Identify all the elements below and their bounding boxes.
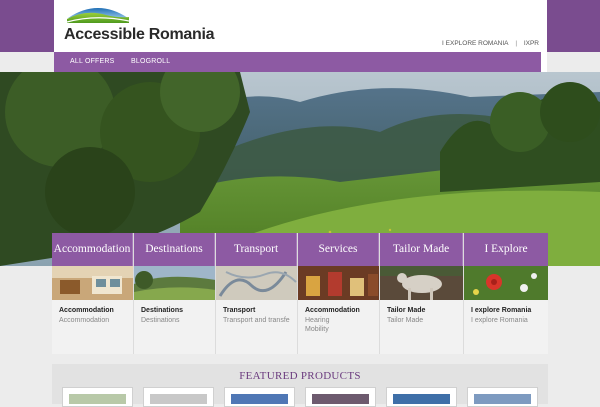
category-subtitle[interactable]: Hearing [298,314,379,325]
top-link-ixpr[interactable]: IXPR [524,40,539,47]
category-title[interactable]: Accommodation [52,300,133,314]
category-tab-destinations[interactable]: Destinations [134,233,215,266]
featured-product-card[interactable] [224,387,295,407]
category-tab-tailor-made[interactable]: Tailor Made [380,233,463,266]
category-image-tailor-made[interactable] [380,266,463,300]
category-title[interactable]: Accommodation [298,300,379,314]
category-card-transport[interactable]: Transport Transport Transport and transf… [216,233,298,354]
category-image-services[interactable] [298,266,379,300]
site-logo[interactable]: Accessible Romania [64,4,224,48]
top-links: I EXPLORE ROMANIA | IXPR [442,40,539,47]
featured-products-section: FEATURED PRODUCTS [52,364,548,407]
category-tab-accommodation[interactable]: Accommodation [52,233,133,266]
category-tab-services[interactable]: Services [298,233,379,266]
category-title[interactable]: I explore Romania [464,300,548,314]
category-subtitle[interactable]: Mobility [298,325,379,334]
category-subtitle[interactable]: Tailor Made [380,314,463,325]
category-image-i-explore[interactable] [464,266,548,300]
category-tab-i-explore[interactable]: I Explore [464,233,548,266]
category-title[interactable]: Tailor Made [380,300,463,314]
category-card-accommodation[interactable]: Accommodation Accommodation Accommodatio… [52,233,134,354]
site-header: Accessible Romania I EXPLORE ROMANIA | I… [54,0,547,72]
category-subtitle[interactable]: Transport and transfe [216,314,297,325]
featured-product-card[interactable] [386,387,457,407]
category-card-services[interactable]: Services Accommodation Hearing Mobility [298,233,380,354]
main-nav: ALL OFFERS BLOGROLL [54,52,541,72]
featured-product-card[interactable] [143,387,214,407]
category-subtitle[interactable]: Destinations [134,314,215,325]
nav-item-blogroll[interactable]: BLOGROLL [131,58,170,65]
category-subtitle[interactable]: Accommodation [52,314,133,325]
category-tab-transport[interactable]: Transport [216,233,297,266]
logo-text: Accessible Romania [64,26,215,43]
featured-product-card[interactable] [467,387,538,407]
category-image-destinations[interactable] [134,266,215,300]
nav-item-all-offers[interactable]: ALL OFFERS [70,58,115,65]
logo-hills-icon [66,8,130,23]
category-title[interactable]: Destinations [134,300,215,314]
featured-product-card[interactable] [62,387,133,407]
category-title[interactable]: Transport [216,300,297,314]
top-link-separator: | [515,40,518,47]
category-subtitle[interactable]: I explore Romania [464,314,548,325]
category-image-transport[interactable] [216,266,297,300]
category-card-tailor-made[interactable]: Tailor Made Tailor Made Tailor Made [380,233,464,354]
category-image-accommodation[interactable] [52,266,133,300]
featured-products-title: FEATURED PRODUCTS [239,370,361,382]
featured-product-card[interactable] [305,387,376,407]
top-link-i-explore-romania[interactable]: I EXPLORE ROMANIA [442,40,508,47]
category-card-i-explore[interactable]: I Explore I explore Romania I explore Ro… [464,233,548,354]
category-card-destinations[interactable]: Destinations Destinations Destinations [134,233,216,354]
category-grid: Accommodation Accommodation Accommodatio… [52,233,548,354]
